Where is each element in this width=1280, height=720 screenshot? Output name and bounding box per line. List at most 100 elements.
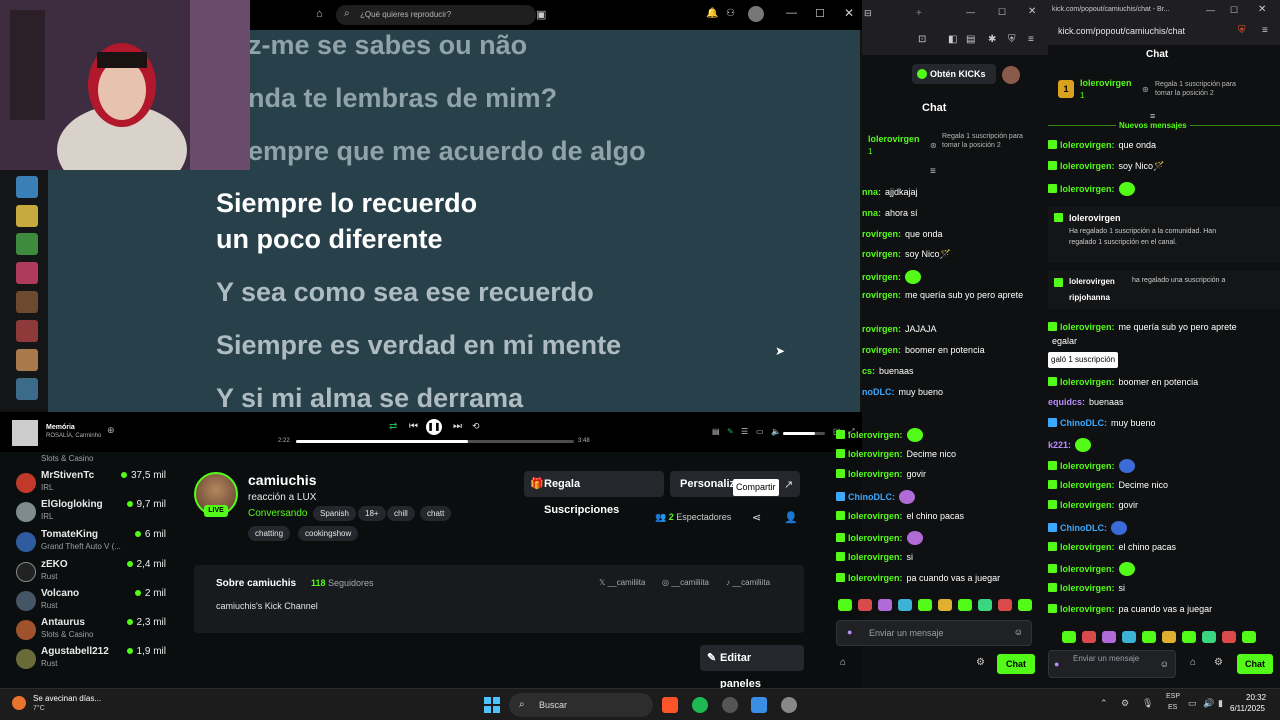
gift-user[interactable]: lolerovirgen bbox=[1069, 277, 1115, 286]
chat-username[interactable]: lolerovirgen: bbox=[848, 469, 903, 479]
emote-button[interactable] bbox=[878, 599, 892, 611]
chat-username[interactable]: rovirgen: bbox=[862, 324, 901, 334]
chat-username[interactable]: rovirgen: bbox=[862, 290, 901, 300]
chat-message[interactable]: rovirgen: que onda bbox=[862, 229, 943, 239]
send-chat-button[interactable]: Chat bbox=[997, 654, 1035, 674]
chat-message[interactable]: rovirgen: soy Nico🪄 bbox=[862, 249, 951, 260]
chat-message[interactable]: rovirgen: JAJAJA bbox=[862, 324, 937, 334]
chat-message[interactable]: rovirgen: me quería sub yo pero aprete bbox=[862, 290, 1023, 300]
emote-button[interactable] bbox=[938, 599, 952, 611]
weather-icon[interactable] bbox=[12, 696, 26, 710]
chat-username[interactable]: lolerovirgen: bbox=[1060, 377, 1115, 387]
brave-icon[interactable] bbox=[662, 697, 678, 713]
lyric-line[interactable]: Y si mi alma se derrama bbox=[216, 383, 523, 412]
playlist-thumbnail[interactable] bbox=[16, 205, 38, 227]
devices-icon[interactable]: ▭ bbox=[756, 427, 764, 436]
spotify-search-input[interactable]: ¿Qué quieres reproducir? bbox=[336, 5, 536, 25]
start-button[interactable] bbox=[484, 697, 500, 713]
lyric-line-active[interactable]: un poco diferente bbox=[216, 224, 443, 255]
repeat-icon[interactable]: ⟲ bbox=[472, 421, 480, 432]
emote-bar[interactable] bbox=[838, 598, 1038, 616]
emote-button[interactable] bbox=[1182, 631, 1196, 643]
chat-username[interactable]: ChinoDLC: bbox=[1060, 523, 1107, 533]
chat-message[interactable]: lolerovirgen: boomer en potencia bbox=[1048, 377, 1198, 387]
chat-username[interactable]: cs: bbox=[862, 366, 875, 376]
chat-message[interactable]: ChinoDLC: muy bueno bbox=[1048, 418, 1156, 428]
taskbar-search[interactable]: ⌕ Buscar bbox=[509, 693, 653, 717]
chat-message[interactable]: nna: ahora sí bbox=[862, 208, 918, 218]
lyric-line-active[interactable]: Siempre lo recuerdo bbox=[216, 188, 477, 219]
browse-icon[interactable]: ▣ bbox=[536, 8, 546, 21]
chat-username[interactable]: lolerovirgen: bbox=[1060, 322, 1115, 332]
chat-username[interactable]: rovirgen: bbox=[862, 272, 901, 282]
chat-message[interactable]: lolerovirgen: Decime nico bbox=[836, 449, 956, 459]
collapse-icon[interactable]: ≡ bbox=[930, 166, 936, 177]
chat-message[interactable]: lolerovirgen: bbox=[1048, 182, 1135, 196]
chat-username[interactable]: lolerovirgen: bbox=[848, 511, 903, 521]
clock-time[interactable]: 20:32 bbox=[1246, 693, 1266, 702]
chat-message[interactable]: lolerovirgen: me quería sub yo pero apret… bbox=[1048, 322, 1237, 332]
chat-input[interactable]: ● Enviar un mensaje ☺ bbox=[1048, 650, 1176, 678]
edit-panels-button[interactable]: ✎ Editar paneles bbox=[700, 645, 804, 690]
chat-username[interactable]: noDLC: bbox=[862, 387, 895, 397]
chat-message[interactable]: lolerovirgen: si bbox=[836, 552, 913, 562]
chat-message[interactable]: lolerovirgen: Decime nico bbox=[1048, 480, 1168, 490]
volume-icon[interactable]: 🔊 bbox=[1203, 698, 1214, 709]
chat-username[interactable]: rovirgen: bbox=[862, 229, 901, 239]
collapse-icon[interactable]: ≡ bbox=[1150, 111, 1155, 121]
close-icon[interactable]: ✕ bbox=[1258, 4, 1266, 15]
wallet-icon[interactable]: ▤ bbox=[966, 34, 975, 45]
social-x-link[interactable]: 𝕏 __camiliita bbox=[599, 578, 645, 587]
maximize-icon[interactable]: ☐ bbox=[1230, 5, 1238, 16]
minimize-icon[interactable]: — bbox=[1206, 5, 1215, 15]
chat-username[interactable]: nna: bbox=[862, 208, 881, 218]
gift-target[interactable]: ripjohanna bbox=[1069, 293, 1110, 302]
emote-button[interactable] bbox=[1082, 631, 1096, 643]
emote-button[interactable] bbox=[838, 599, 852, 611]
chat-message[interactable]: lolerovirgen: bbox=[1048, 562, 1135, 576]
emote-button[interactable] bbox=[1122, 631, 1136, 643]
chat-username[interactable]: nna: bbox=[862, 187, 881, 197]
album-art[interactable] bbox=[12, 420, 38, 446]
emote-button[interactable] bbox=[1202, 631, 1216, 643]
chat-message[interactable]: egalar bbox=[1048, 336, 1077, 346]
chat-username[interactable]: lolerovirgen: bbox=[1060, 500, 1115, 510]
pinned-user[interactable]: lolerovirgen bbox=[1080, 78, 1132, 88]
playlist-thumbnail[interactable] bbox=[16, 176, 38, 198]
send-chat-button[interactable]: Chat bbox=[1237, 654, 1273, 674]
tray-app-icon[interactable]: ⚙ bbox=[1121, 698, 1129, 709]
playlist-thumbnail[interactable] bbox=[16, 349, 38, 371]
friends-icon[interactable]: ⚇ bbox=[726, 8, 735, 19]
emote-button[interactable] bbox=[1242, 631, 1256, 643]
weather-text[interactable]: Se avecinan días... bbox=[33, 694, 101, 703]
settings-icon[interactable]: ⚙ bbox=[976, 657, 985, 668]
progress-track[interactable] bbox=[296, 440, 574, 443]
playlist-thumbnail[interactable] bbox=[16, 320, 38, 342]
lyric-line[interactable]: nda te lembras de mim? bbox=[248, 83, 557, 114]
channel-row[interactable]: Antaurus Slots & Casino 2,3 mil bbox=[16, 617, 166, 647]
lyric-line[interactable]: Siempre es verdad en mi mente bbox=[216, 330, 621, 361]
chat-message[interactable]: lolerovirgen: bbox=[836, 428, 923, 442]
microphone-icon[interactable]: 🎙 bbox=[1142, 698, 1153, 709]
gift-subs-button[interactable]: 🎁 Regala Suscripciones bbox=[524, 471, 664, 516]
emote-button[interactable] bbox=[858, 599, 872, 611]
gift-user[interactable]: lolerovirgen bbox=[1069, 213, 1121, 223]
maximize-icon[interactable]: ☐ bbox=[815, 7, 825, 20]
lyric-line[interactable]: Y sea como sea ese recuerdo bbox=[216, 277, 594, 308]
menu-icon[interactable]: ≡ bbox=[1028, 34, 1034, 45]
channel-row[interactable]: MrStivenTc IRL 37,5 mil bbox=[16, 470, 166, 500]
playlist-thumbnail[interactable] bbox=[16, 233, 38, 255]
chat-message[interactable]: k221: bbox=[1048, 438, 1092, 452]
track-artist[interactable]: ROSALÍA, Carminho bbox=[46, 433, 101, 439]
store-icon[interactable]: ⌂ bbox=[1190, 657, 1196, 668]
playlist-thumbnail[interactable] bbox=[16, 262, 38, 284]
queue-icon[interactable]: ☰ bbox=[741, 427, 748, 436]
settings-icon[interactable]: ⚙ bbox=[1214, 657, 1223, 668]
maximize-icon[interactable]: ☐ bbox=[998, 7, 1006, 18]
app-icon[interactable] bbox=[751, 697, 767, 713]
emote-button[interactable] bbox=[1222, 631, 1236, 643]
chat-message[interactable]: lolerovirgen: govir bbox=[836, 469, 926, 479]
emote-button[interactable] bbox=[1162, 631, 1176, 643]
chat-username[interactable]: ChinoDLC: bbox=[848, 492, 895, 502]
chat-message[interactable]: lolerovirgen: pa cuando vas a juegar bbox=[836, 573, 1000, 583]
